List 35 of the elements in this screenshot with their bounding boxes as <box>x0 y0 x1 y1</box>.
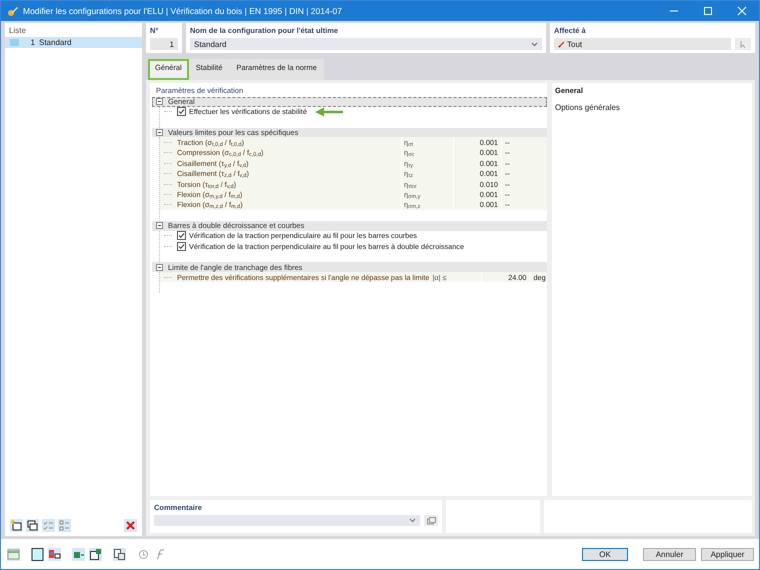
info-text: Options générales <box>555 103 621 112</box>
ok-button[interactable]: OK <box>582 548 628 560</box>
function-icon[interactable] <box>154 548 167 560</box>
document-icon[interactable] <box>113 548 126 560</box>
library-icon <box>426 516 436 524</box>
cursor-icon <box>738 40 748 48</box>
name-dropdown[interactable]: Standard <box>190 38 542 50</box>
collapse-icon[interactable] <box>156 98 163 106</box>
checked-checkbox[interactable] <box>177 107 186 116</box>
checked-checkbox[interactable] <box>177 242 186 251</box>
close-icon[interactable] <box>737 6 747 16</box>
display-icon[interactable] <box>31 548 44 560</box>
dialog-button[interactable]: Appliquer <box>701 548 754 560</box>
list-title: Liste <box>8 25 27 37</box>
chevron-down-icon <box>409 518 416 523</box>
dialog-button[interactable]: Annuler <box>643 548 696 560</box>
export-icon[interactable] <box>89 548 102 560</box>
color-palette-icon[interactable] <box>48 548 61 560</box>
chevron-down-icon <box>531 42 538 46</box>
checked-checkbox[interactable] <box>177 231 186 240</box>
maximize-icon[interactable] <box>703 6 713 16</box>
import-icon[interactable] <box>72 548 85 560</box>
assigned-field[interactable]: Tout <box>554 38 731 50</box>
check-list-icon[interactable] <box>42 519 55 532</box>
app-icon <box>7 6 18 16</box>
number-field[interactable]: 1 <box>150 38 178 50</box>
list-item[interactable]: 1 Standard <box>5 37 142 48</box>
collapse-icon[interactable] <box>156 222 163 230</box>
new-item-icon[interactable] <box>10 519 23 532</box>
units-icon[interactable] <box>7 548 20 560</box>
delete-icon[interactable] <box>124 519 137 532</box>
collapse-icon[interactable] <box>156 129 163 136</box>
window-title: Modifier les configurations pour l'ELU | Vérification du bois | EN 1995 | DIN | 2014-07 <box>23 6 343 16</box>
copy-icon[interactable] <box>26 519 39 532</box>
collapse-icon[interactable] <box>156 264 163 271</box>
